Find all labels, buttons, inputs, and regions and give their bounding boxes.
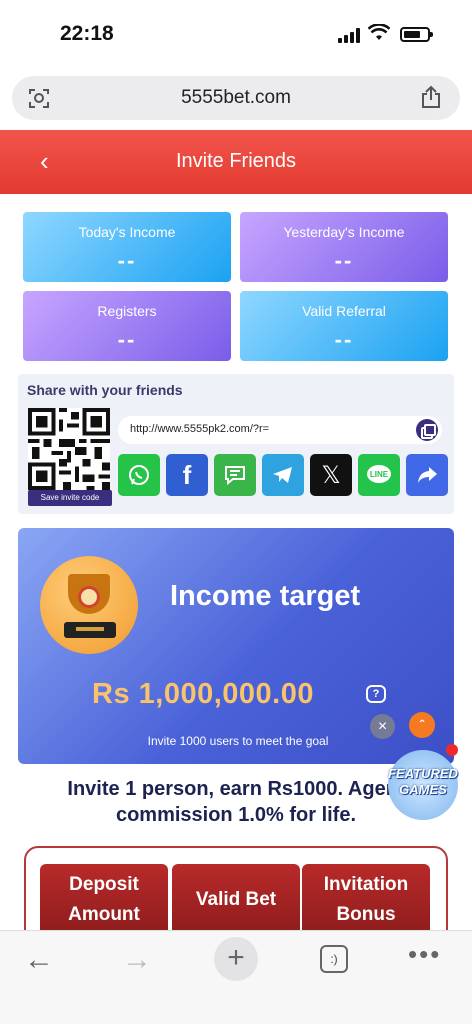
column-valid-bet: Valid Bet	[172, 864, 300, 936]
stat-label: Registers	[97, 303, 157, 319]
line-icon: LINE	[367, 465, 391, 483]
share-section: Share with your friends Save invite code…	[18, 374, 454, 514]
forward-share-icon	[418, 467, 437, 483]
browser-toolbar: ← → + :) •••	[0, 930, 472, 1024]
back-icon[interactable]: ←	[24, 943, 54, 977]
battery-icon	[400, 27, 433, 42]
status-time: 22:18	[60, 22, 114, 45]
save-invite-code-button[interactable]: Save invite code	[28, 490, 112, 506]
svg-text:LINE: LINE	[370, 470, 389, 479]
line-button[interactable]: LINE	[358, 454, 400, 496]
column-deposit-amount: Deposit Amount	[40, 864, 168, 936]
column-invitation-bonus: Invitation Bonus	[302, 864, 430, 936]
wifi-icon	[368, 24, 390, 40]
whatsapp-button[interactable]	[118, 454, 160, 496]
url-text[interactable]: 5555bet.com	[12, 87, 460, 109]
facebook-button[interactable]: f	[166, 454, 208, 496]
income-target-amount: Rs 1,000,000.00	[92, 678, 314, 710]
share-icon[interactable]	[420, 85, 442, 109]
stat-value: --	[334, 248, 354, 273]
new-tab-icon[interactable]: +	[214, 937, 258, 981]
stat-value: --	[117, 248, 137, 273]
invite-link-text: http://www.5555pk2.com/?r=	[130, 423, 270, 435]
qr-code	[28, 408, 110, 490]
stat-value: --	[117, 327, 137, 352]
trophy-icon	[40, 556, 138, 654]
close-icon[interactable]: ×	[370, 714, 395, 739]
x-button[interactable]: 𝕏	[310, 454, 352, 496]
featured-games-button[interactable]: FEATURED GAMES	[388, 744, 458, 820]
stat-yesterday-income: Yesterday's Income --	[240, 212, 448, 282]
message-icon	[225, 466, 245, 486]
stat-registers: Registers --	[23, 291, 231, 361]
copy-icon[interactable]	[416, 419, 438, 441]
more-icon[interactable]: •••	[408, 939, 441, 970]
stat-today-income: Today's Income --	[23, 212, 231, 282]
sms-button[interactable]	[214, 454, 256, 496]
share-title: Share with your friends	[27, 382, 183, 398]
stat-value: --	[334, 327, 354, 352]
signal-icon	[338, 28, 360, 43]
telegram-button[interactable]	[262, 454, 304, 496]
scroll-up-icon[interactable]: ˆ	[409, 712, 435, 738]
stat-label: Valid Referral	[302, 303, 386, 319]
stat-valid-referral: Valid Referral --	[240, 291, 448, 361]
forward-icon[interactable]: →	[122, 943, 152, 977]
page-header: ‹ Invite Friends	[0, 130, 472, 194]
income-target-title: Income target	[170, 580, 361, 612]
notification-dot	[446, 744, 458, 756]
invite-description: Invite 1 person, earn Rs1000. Agent comm…	[67, 778, 405, 826]
whatsapp-icon	[129, 465, 149, 485]
featured-games-label: FEATURED GAMES	[388, 766, 458, 797]
invite-link-field[interactable]: http://www.5555pk2.com/?r=	[118, 416, 442, 444]
stat-label: Today's Income	[78, 224, 176, 240]
stat-label: Yesterday's Income	[283, 224, 405, 240]
status-bar: 22:18	[0, 0, 472, 66]
address-bar[interactable]: 5555bet.com	[12, 76, 460, 120]
facebook-icon: f	[182, 459, 192, 490]
more-share-button[interactable]	[406, 454, 448, 496]
telegram-icon	[273, 467, 292, 483]
help-icon[interactable]: ?	[366, 685, 386, 703]
page-title: Invite Friends	[175, 150, 297, 172]
x-icon: 𝕏	[321, 461, 341, 489]
tabs-button[interactable]: :)	[320, 945, 348, 973]
